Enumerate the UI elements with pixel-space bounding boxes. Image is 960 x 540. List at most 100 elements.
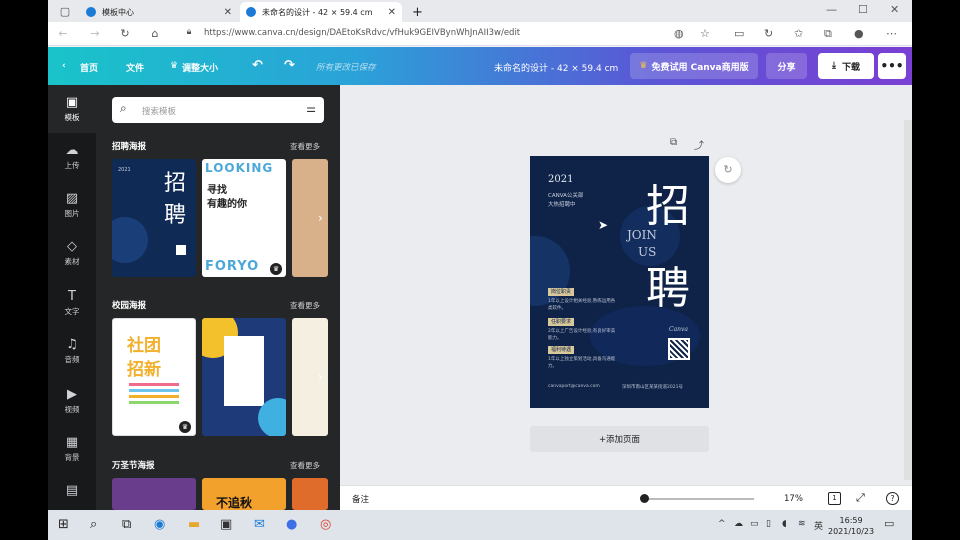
minimize-button[interactable]: —	[826, 3, 837, 16]
chrome-icon[interactable]: ◎	[320, 517, 331, 532]
nav-elements[interactable]: ◇ 素材	[48, 239, 96, 267]
share-button[interactable]: 分享	[766, 53, 807, 79]
poster-label[interactable]: 福利待遇	[548, 346, 575, 354]
lock-icon[interactable]: 🔒︎	[178, 27, 200, 37]
edge-browser-icon[interactable]: ◉	[154, 517, 165, 532]
favorite-star-icon[interactable]: ☆	[700, 27, 710, 40]
add-page-icon[interactable]: ⤴	[694, 137, 704, 152]
tray-chevron-icon[interactable]: ^	[718, 519, 726, 529]
network-icon[interactable]: ▭	[750, 519, 759, 529]
poster-body[interactable]: 1年以上独立策划活动,具备沟通能力。	[548, 356, 618, 370]
page-count-icon[interactable]: 1	[828, 492, 841, 505]
poster-headline-zhao[interactable]: 招	[646, 170, 690, 234]
poster-label[interactable]: 岗位职责	[548, 288, 575, 296]
download-button[interactable]: ⤓ 下载	[818, 53, 874, 79]
app-l-icon[interactable]: ●	[286, 517, 297, 532]
close-tab-icon[interactable]: ✕	[224, 7, 232, 18]
home-link[interactable]: 首页	[80, 61, 98, 74]
search-icon[interactable]: ⌕	[90, 517, 97, 532]
template-thumb-partial-3[interactable]	[292, 478, 328, 510]
more-options-button[interactable]: •••	[878, 53, 906, 79]
nav-background[interactable]: ▦ 背景	[48, 435, 96, 463]
poster-qr-code[interactable]	[668, 338, 690, 360]
fullscreen-icon[interactable]: ⤢	[856, 491, 865, 505]
poster-subtitle-2[interactable]: 大热招聘中	[548, 200, 576, 208]
notes-button[interactable]: 备注	[352, 493, 369, 505]
tab-design[interactable]: 未命名的设计 - 42 × 59.4 cm ✕	[240, 2, 402, 22]
volume-icon[interactable]: ◖	[782, 519, 787, 529]
poster-subtitle-1[interactable]: CANVA公关部	[548, 191, 583, 199]
new-tab-button[interactable]: +	[406, 2, 429, 22]
store-icon[interactable]: ▣	[220, 517, 232, 532]
tab-actions-icon[interactable]: ▢	[54, 5, 76, 18]
wifi-icon[interactable]: ≋	[798, 519, 806, 529]
poster-headline-pin[interactable]: 聘	[646, 252, 690, 316]
nav-audio[interactable]: ♫ 音频	[48, 337, 96, 365]
nav-templates[interactable]: ▣ 模板	[48, 85, 96, 133]
forward-icon[interactable]: →	[84, 27, 106, 40]
nav-upload[interactable]: ☁ 上传	[48, 143, 96, 171]
cloud-icon[interactable]: ☁	[734, 519, 743, 529]
nav-video[interactable]: ▶ 视频	[48, 387, 96, 415]
file-explorer-icon[interactable]: ▬	[188, 517, 200, 532]
profile-icon[interactable]: ●	[854, 27, 864, 40]
zoom-level[interactable]: 17%	[784, 494, 803, 504]
template-thumb-club[interactable]: 社团 招新 ♛	[112, 318, 196, 436]
nav-images[interactable]: ▨ 图片	[48, 191, 96, 219]
template-thumb-recruit[interactable]: 2021 招 聘	[112, 159, 196, 277]
mail-icon[interactable]: ✉	[254, 517, 265, 532]
close-tab-icon[interactable]: ✕	[388, 7, 396, 18]
see-more-recruit[interactable]: 查看更多	[290, 141, 320, 152]
design-title[interactable]: 未命名的设计 - 42 × 59.4 cm	[494, 61, 618, 74]
template-thumb-campus-2[interactable]	[202, 318, 286, 436]
add-page-button[interactable]: +添加页面	[530, 426, 709, 452]
back-home-chevron-icon[interactable]: ‹	[62, 61, 66, 71]
notification-icon[interactable]: ▭	[884, 517, 894, 530]
poster-body[interactable]: 1年以上设计相关经验,熟练运用各类软件。	[548, 298, 618, 312]
system-clock[interactable]: 16:59 2021/10/23	[828, 515, 874, 537]
filter-icon[interactable]: ⚌	[306, 102, 316, 115]
poster-body[interactable]: 2年以上广告设计经验,有良好审美能力。	[548, 328, 618, 342]
poster-label[interactable]: 任职要求	[548, 318, 575, 326]
see-more-campus[interactable]: 查看更多	[290, 300, 320, 311]
template-thumb-halloween-1[interactable]	[112, 478, 196, 510]
close-window-button[interactable]: ✕	[890, 3, 899, 16]
template-search[interactable]: ⌕ 搜索模板 ⚌	[112, 97, 324, 123]
tab-template-center[interactable]: 模板中心 ✕	[80, 2, 238, 22]
refresh-icon[interactable]: ↻	[114, 27, 136, 40]
carousel-next-icon[interactable]: ›	[318, 211, 323, 225]
maximize-button[interactable]: ☐	[858, 3, 868, 16]
back-icon[interactable]: ←	[52, 27, 74, 40]
split-screen-icon[interactable]: ▭	[734, 27, 744, 40]
input-language[interactable]: 英	[814, 519, 823, 532]
url-field[interactable]: https://www.canva.cn/design/DAEtoKsRdvc/…	[204, 28, 520, 38]
zoom-slider-handle[interactable]	[640, 494, 649, 503]
zoom-slider[interactable]	[642, 498, 754, 500]
favorites-icon[interactable]: ✩	[794, 27, 803, 40]
redo-icon[interactable]: ↷	[284, 58, 295, 73]
template-thumb-looking[interactable]: LOOKING 寻找 有趣的你 FORYO ♛	[202, 159, 286, 277]
browser-menu-icon[interactable]: ⋯	[886, 27, 897, 40]
poster-year[interactable]: 2021	[548, 174, 573, 185]
canvas-scrollbar[interactable]	[904, 120, 912, 480]
template-thumb-halloween-2[interactable]: 不追秋	[202, 478, 286, 510]
help-icon[interactable]: ?	[886, 492, 899, 505]
windows-start-icon[interactable]: ⊞	[58, 517, 69, 532]
poster-address[interactable]: 深圳市南山区某某街道2021号	[622, 384, 683, 390]
home-icon[interactable]: ⌂	[144, 27, 166, 40]
try-canva-pro-button[interactable]: ♛ 免费试用 Canva商用版	[630, 53, 758, 79]
see-more-halloween[interactable]: 查看更多	[290, 460, 320, 471]
carousel-next-icon[interactable]: ›	[318, 370, 323, 384]
task-view-icon[interactable]: ⧉	[122, 517, 131, 532]
refresh-suggestion-icon[interactable]: ↻	[715, 157, 741, 183]
collections-icon[interactable]: ⧉	[824, 27, 832, 41]
refresh-ext-icon[interactable]: ↻	[764, 27, 773, 40]
poster-email[interactable]: canvaport@canva.com	[548, 384, 600, 389]
duplicate-page-icon[interactable]: ⧉	[670, 137, 677, 148]
undo-icon[interactable]: ↶	[252, 58, 263, 73]
design-page[interactable]: 2021 CANVA公关部 大热招聘中 招 JOIN US 聘 岗位职责 1年以…	[530, 156, 709, 408]
tracking-icon[interactable]: ◍	[674, 27, 684, 40]
nav-text[interactable]: T 文字	[48, 289, 96, 317]
resize-menu[interactable]: 调整大小	[182, 61, 218, 74]
nav-more-apps[interactable]: ▤	[48, 483, 96, 500]
